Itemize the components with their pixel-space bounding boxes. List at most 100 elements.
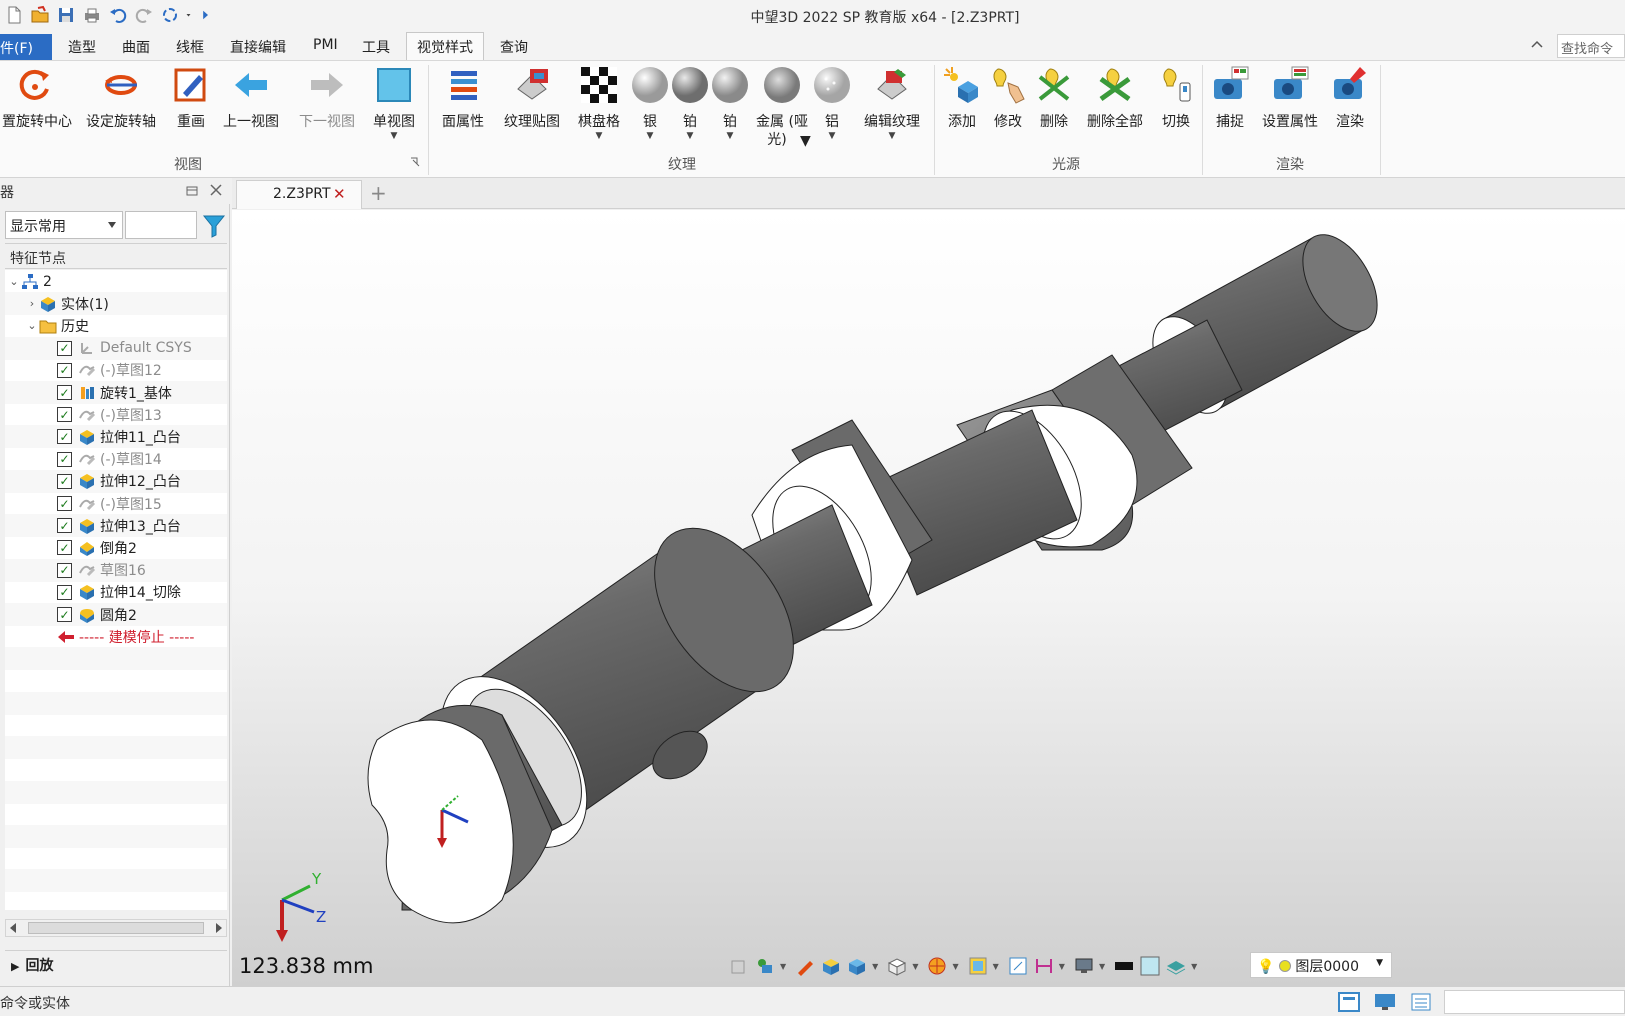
replay-section[interactable]: ▶ 回放 xyxy=(5,950,227,976)
texture-map-button[interactable]: 纹理贴图 xyxy=(500,65,564,131)
tab-tools[interactable]: 工具 xyxy=(362,37,390,57)
set-render-attributes-button[interactable]: 设置属性 xyxy=(1258,65,1322,131)
single-view-button[interactable]: 单视图 ▼ xyxy=(370,65,418,141)
expand-toggle-icon[interactable]: › xyxy=(25,297,39,310)
tab-query[interactable]: 查询 xyxy=(500,37,528,57)
tree-row[interactable]: ⌄ 历史 xyxy=(5,314,227,337)
redraw-button[interactable]: 重画 xyxy=(170,65,212,131)
3d-viewport[interactable]: Y Z 123.838 mm ▼ ▼ ▼ ▼ ▼ ▼ ▼ ▼ 💡 图层0000 … xyxy=(232,210,1625,986)
aluminum-material-button[interactable]: 铝 ▼ xyxy=(812,65,852,141)
feature-checkbox[interactable]: ✓ xyxy=(57,340,72,356)
feature-checkbox[interactable]: ✓ xyxy=(57,362,72,378)
silver-material-button[interactable]: 银 ▼ xyxy=(630,65,670,141)
tree-row[interactable]: ----- 建模停止 ----- xyxy=(5,625,227,648)
tab-pmi[interactable]: PMI xyxy=(313,37,338,53)
chevron-down-icon[interactable]: ▼ xyxy=(630,131,670,141)
scroll-left-icon[interactable] xyxy=(10,923,16,933)
tree-row[interactable]: ✓ (-)草图13 xyxy=(5,403,227,426)
filter-text-input[interactable] xyxy=(125,211,197,239)
file-menu[interactable]: 件(F) xyxy=(0,34,52,60)
feature-checkbox[interactable]: ✓ xyxy=(57,473,72,489)
feature-checkbox[interactable]: ✓ xyxy=(57,451,72,467)
zoom-fit-icon[interactable] xyxy=(1007,955,1029,977)
section-view-icon[interactable] xyxy=(926,955,948,977)
toggle-light-button[interactable]: 切换 xyxy=(1156,65,1196,131)
modify-light-button[interactable]: 修改 xyxy=(988,65,1028,131)
chevron-down-icon[interactable]: ▼ xyxy=(670,131,710,141)
scroll-right-icon[interactable] xyxy=(216,923,222,933)
feature-checkbox[interactable]: ✓ xyxy=(57,607,72,622)
feature-checkbox[interactable]: ✓ xyxy=(57,429,72,445)
capture-button[interactable]: 捕捉 xyxy=(1210,65,1250,131)
tree-row[interactable]: ⌄ 2 xyxy=(5,270,227,293)
tree-horizontal-scrollbar[interactable] xyxy=(5,919,227,937)
close-panel-icon[interactable] xyxy=(210,184,222,196)
layer-select[interactable]: 💡 图层0000 ▼ xyxy=(1250,952,1392,978)
previous-view-button[interactable]: 上一视图 xyxy=(220,65,282,131)
document-tab[interactable]: 2.Z3PRT ✕ xyxy=(236,180,362,209)
tree-row[interactable]: ✓ 旋转1_基体 xyxy=(5,381,227,404)
tree-row[interactable]: ✓ 草图16 xyxy=(5,558,227,582)
chevron-down-icon[interactable]: ▼ xyxy=(812,131,852,141)
render-button[interactable]: 渲染 xyxy=(1330,65,1370,131)
render-mode-icon[interactable] xyxy=(967,955,989,977)
close-icon[interactable]: ✕ xyxy=(333,185,346,203)
layer-icon[interactable] xyxy=(1165,955,1187,977)
feature-checkbox[interactable]: ✓ xyxy=(57,518,72,534)
command-input[interactable] xyxy=(1444,990,1625,1014)
delete-all-lights-button[interactable]: 删除全部 xyxy=(1084,65,1146,131)
color-black-icon[interactable] xyxy=(1113,955,1135,977)
face-attributes-button[interactable]: 面属性 xyxy=(438,65,488,131)
expand-toggle-icon[interactable]: ⌄ xyxy=(7,275,21,288)
set-rotation-axis-button[interactable]: 设定旋转轴 xyxy=(82,65,160,131)
feature-checkbox[interactable]: ✓ xyxy=(57,562,72,578)
feature-checkbox[interactable]: ✓ xyxy=(57,407,72,423)
feature-checkbox[interactable]: ✓ xyxy=(57,496,72,511)
tab-visual-style[interactable]: 视觉样式 xyxy=(406,32,484,60)
tree-row[interactable]: ✓ 拉伸12_凸台 xyxy=(5,469,227,493)
display-icon[interactable] xyxy=(1073,955,1095,977)
tab-direct-edit[interactable]: 直接编辑 xyxy=(230,37,286,57)
move-tool-icon[interactable] xyxy=(754,955,776,977)
chevron-down-icon[interactable]: ▼ xyxy=(912,962,918,971)
chevron-down-icon[interactable]: ▼ xyxy=(1191,962,1197,971)
platinum-material-button-2[interactable]: 铂 ▼ xyxy=(710,65,750,141)
chevron-down-icon[interactable]: ▼ xyxy=(576,131,622,141)
tree-row[interactable]: ✓ 拉伸13_凸台 xyxy=(5,514,227,538)
scrollbar-thumb[interactable] xyxy=(28,922,204,934)
tree-row[interactable]: ✓ (-)草图15 xyxy=(5,492,227,515)
feature-checkbox[interactable]: ✓ xyxy=(57,584,72,600)
chevron-down-icon[interactable]: ▼ xyxy=(780,962,786,971)
delete-light-button[interactable]: 删除 xyxy=(1034,65,1074,131)
list-icon[interactable] xyxy=(1408,990,1434,1014)
tree-row[interactable]: ✓ 圆角2 xyxy=(5,603,227,626)
chevron-down-icon[interactable]: ▼ xyxy=(1059,962,1065,971)
chevron-down-icon[interactable]: ▼ xyxy=(952,962,958,971)
pick-filter-icon[interactable] xyxy=(728,955,750,977)
feature-checkbox[interactable]: ✓ xyxy=(57,540,72,556)
tab-modeling[interactable]: 造型 xyxy=(68,37,96,57)
add-light-button[interactable]: 添加 xyxy=(942,65,982,131)
edit-texture-button[interactable]: 编辑纹理 ▼ xyxy=(860,65,924,141)
collapse-ribbon-icon[interactable] xyxy=(1530,38,1544,52)
view-cube-icon[interactable] xyxy=(886,955,908,977)
chevron-down-icon[interactable]: ▼ xyxy=(1099,962,1105,971)
status-panel-icon[interactable] xyxy=(1336,990,1362,1014)
tree-row[interactable]: ✓ 倒角2 xyxy=(5,536,227,559)
feature-checkbox[interactable]: ✓ xyxy=(57,385,72,400)
display-filter-select[interactable]: 显示常用 xyxy=(5,211,123,239)
dialog-launcher-icon[interactable] xyxy=(410,157,420,167)
chevron-down-icon[interactable]: ▼ xyxy=(370,131,418,141)
tree-row[interactable]: › 实体(1) xyxy=(5,292,227,316)
pencil-icon[interactable] xyxy=(794,955,816,977)
platinum-material-button[interactable]: 铂 ▼ xyxy=(670,65,710,141)
monitor-icon[interactable] xyxy=(1372,990,1398,1014)
filter-icon[interactable] xyxy=(201,211,227,239)
camshaft-model[interactable]: Y Z xyxy=(232,210,1625,986)
chevron-down-icon[interactable]: ▼ xyxy=(872,962,878,971)
chevron-down-icon[interactable]: ▼ xyxy=(860,131,924,141)
tab-surface[interactable]: 曲面 xyxy=(122,37,150,57)
expand-toggle-icon[interactable]: ⌄ xyxy=(25,319,39,332)
command-search-input[interactable]: 查找命令 xyxy=(1557,34,1625,58)
color-cyan-icon[interactable] xyxy=(1139,955,1161,977)
